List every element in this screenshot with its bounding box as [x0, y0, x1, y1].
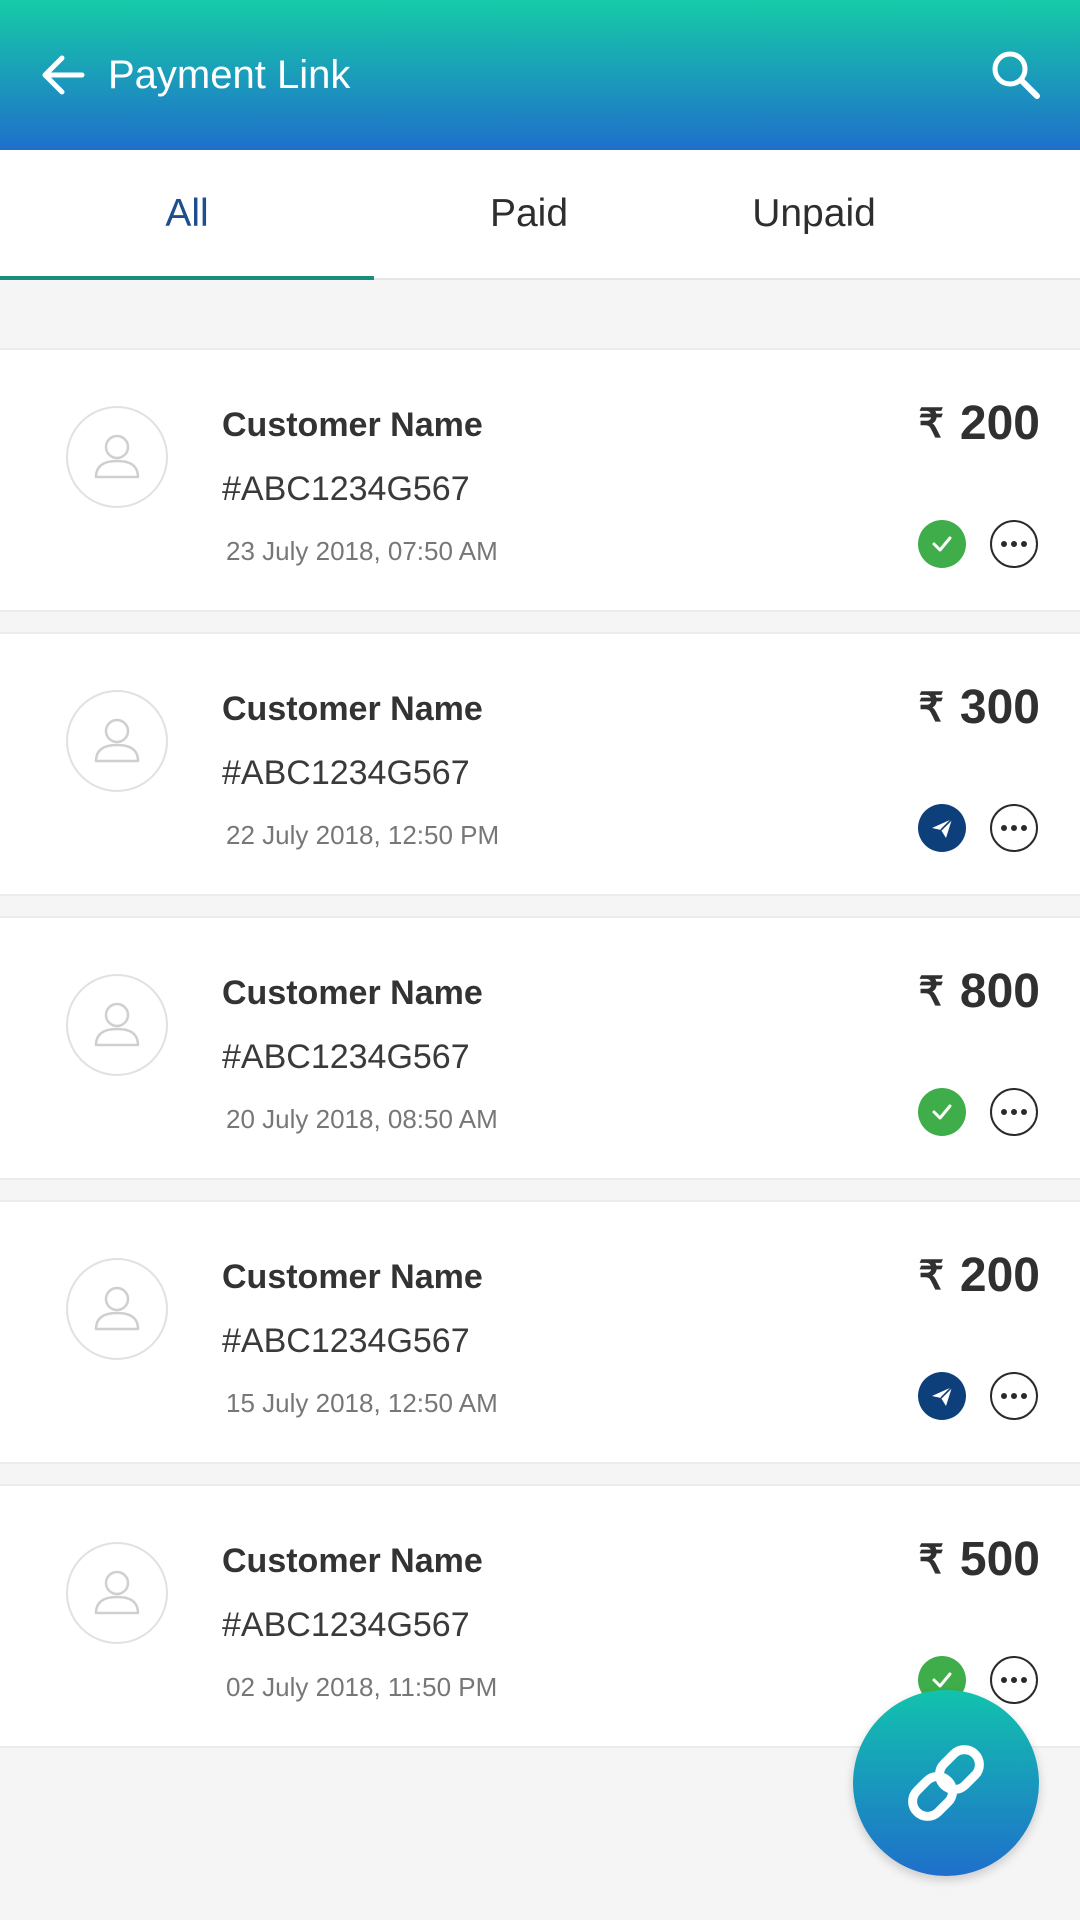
- paid-status-icon: [918, 520, 966, 568]
- transaction-code: #ABC1234G567: [222, 1606, 470, 1644]
- more-options-button[interactable]: [990, 520, 1038, 568]
- transaction-code: #ABC1234G567: [222, 1038, 470, 1076]
- user-icon: [94, 1002, 140, 1047]
- sent-status-icon: [918, 1372, 966, 1420]
- transaction-date: 22 July 2018, 12:50 PM: [226, 820, 500, 850]
- transaction-amount: ₹ 200: [918, 396, 1040, 451]
- transaction-amount: ₹ 200: [918, 1248, 1040, 1303]
- page-title: Payment Link: [108, 53, 351, 97]
- active-tab-indicator: [0, 276, 374, 280]
- transaction-date: 20 July 2018, 08:50 AM: [226, 1104, 498, 1134]
- search-button[interactable]: [984, 43, 1048, 107]
- more-horizontal-icon: [1001, 1677, 1027, 1683]
- transaction-code: #ABC1234G567: [222, 754, 470, 792]
- customer-name: Customer Name: [222, 406, 483, 444]
- back-button[interactable]: [32, 43, 96, 107]
- currency-symbol: ₹: [918, 401, 944, 446]
- link-icon: [908, 1745, 984, 1821]
- tab-unpaid[interactable]: Unpaid: [684, 150, 944, 278]
- more-options-button[interactable]: [990, 804, 1038, 852]
- transaction-amount: ₹ 500: [918, 1532, 1040, 1587]
- transaction-date: 15 July 2018, 12:50 AM: [226, 1388, 498, 1418]
- avatar: [66, 974, 168, 1076]
- transaction-card[interactable]: Customer Name #ABC1234G567 20 July 2018,…: [0, 916, 1080, 1180]
- amount-value: 500: [959, 1533, 1040, 1586]
- customer-name: Customer Name: [222, 1542, 483, 1580]
- amount-value: 300: [959, 681, 1040, 734]
- amount-value: 200: [959, 1249, 1040, 1302]
- paid-status-icon: [918, 1088, 966, 1136]
- transaction-card[interactable]: Customer Name #ABC1234G567 15 July 2018,…: [0, 1200, 1080, 1464]
- search-icon: [992, 51, 1040, 99]
- more-horizontal-icon: [1001, 825, 1027, 831]
- tab-all[interactable]: All: [0, 150, 374, 278]
- transaction-code: #ABC1234G567: [222, 1322, 470, 1360]
- more-options-button[interactable]: [990, 1372, 1038, 1420]
- currency-symbol: ₹: [918, 969, 944, 1014]
- more-options-button[interactable]: [990, 1656, 1038, 1704]
- currency-symbol: ₹: [918, 1537, 944, 1582]
- transaction-amount: ₹ 800: [918, 964, 1040, 1019]
- avatar: [66, 406, 168, 508]
- transaction-amount: ₹ 300: [918, 680, 1040, 735]
- customer-name: Customer Name: [222, 1258, 483, 1296]
- avatar: [66, 1542, 168, 1644]
- arrow-left-icon: [42, 55, 85, 95]
- tab-paid[interactable]: Paid: [374, 150, 684, 278]
- more-horizontal-icon: [1001, 541, 1027, 547]
- more-horizontal-icon: [1001, 1393, 1027, 1399]
- user-icon: [94, 1570, 140, 1615]
- user-icon: [94, 434, 140, 479]
- app-bar: Payment Link: [0, 0, 1080, 150]
- transaction-card[interactable]: Customer Name #ABC1234G567 23 July 2018,…: [0, 348, 1080, 612]
- sent-status-icon: [918, 804, 966, 852]
- amount-value: 200: [959, 397, 1040, 450]
- user-icon: [94, 718, 140, 763]
- transaction-code: #ABC1234G567: [222, 470, 470, 508]
- tab-bar: All Paid Unpaid: [0, 150, 1080, 280]
- currency-symbol: ₹: [918, 1253, 944, 1298]
- user-icon: [94, 1286, 140, 1331]
- customer-name: Customer Name: [222, 690, 483, 728]
- more-horizontal-icon: [1001, 1109, 1027, 1115]
- more-options-button[interactable]: [990, 1088, 1038, 1136]
- customer-name: Customer Name: [222, 974, 483, 1012]
- transaction-date: 02 July 2018, 11:50 PM: [226, 1672, 498, 1702]
- amount-value: 800: [959, 965, 1040, 1018]
- transaction-card[interactable]: Customer Name #ABC1234G567 22 July 2018,…: [0, 632, 1080, 896]
- create-link-fab[interactable]: [853, 1690, 1039, 1876]
- avatar: [66, 690, 168, 792]
- avatar: [66, 1258, 168, 1360]
- transaction-date: 23 July 2018, 07:50 AM: [226, 536, 498, 566]
- currency-symbol: ₹: [918, 685, 944, 730]
